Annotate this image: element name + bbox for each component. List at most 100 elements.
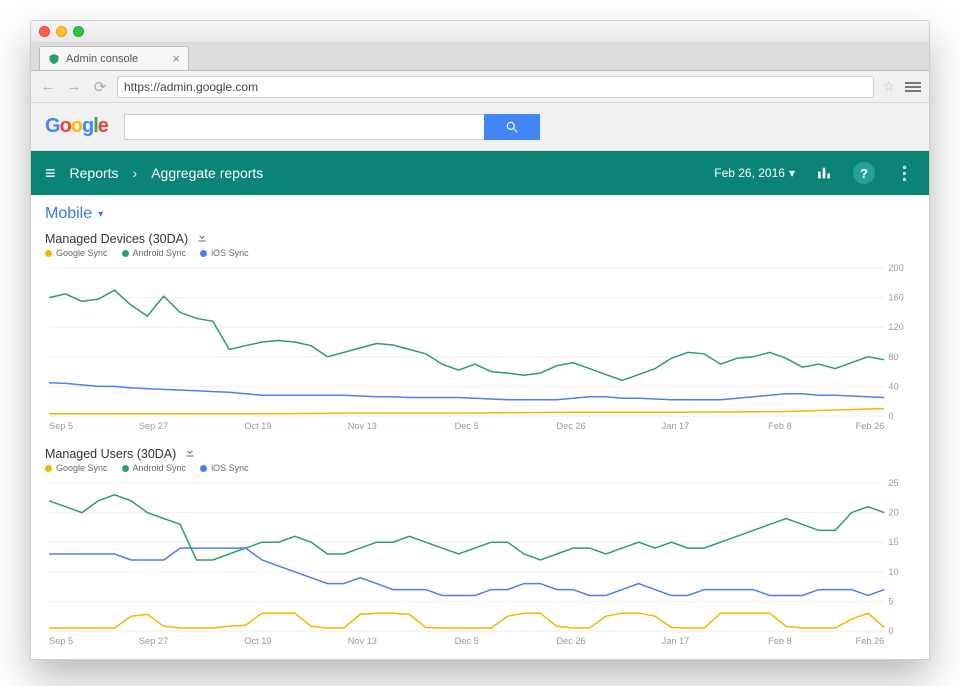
section-dropdown[interactable]: Mobile ▾ xyxy=(45,205,915,223)
legend-label: iOS Sync xyxy=(211,248,249,258)
x-tick-label: Dec 26 xyxy=(557,636,586,646)
bar-chart-icon[interactable] xyxy=(813,162,835,184)
section-title: Mobile xyxy=(45,205,92,223)
x-tick-label: Sep 27 xyxy=(139,421,168,431)
legend-swatch-icon xyxy=(200,250,207,257)
x-tick-label: Sep 5 xyxy=(49,636,73,646)
search-icon xyxy=(505,120,519,134)
legend-item[interactable]: Google Sync xyxy=(45,463,108,473)
nav-back-button[interactable]: ← xyxy=(39,78,57,96)
x-tick-label: Oct 19 xyxy=(244,421,271,431)
chart-series-line xyxy=(49,290,884,380)
legend-swatch-icon xyxy=(45,465,52,472)
y-tick-label: 200 xyxy=(888,263,903,273)
legend-swatch-icon xyxy=(122,250,129,257)
nav-forward-button[interactable]: → xyxy=(65,78,83,96)
x-tick-label: Dec 26 xyxy=(557,421,586,431)
legend-item[interactable]: Android Sync xyxy=(122,463,187,473)
tab-favicon-icon xyxy=(48,53,60,65)
window-close-dot[interactable] xyxy=(39,26,50,37)
legend-item[interactable]: Android Sync xyxy=(122,248,187,258)
x-tick-label: Jan 17 xyxy=(662,636,690,646)
legend-item[interactable]: Google Sync xyxy=(45,248,108,258)
x-tick-label: Dec 5 xyxy=(455,636,479,646)
google-search xyxy=(124,114,540,140)
content-area: Mobile ▾ Managed Devices (30DA) Google Sy… xyxy=(31,195,929,659)
hamburger-menu-icon[interactable]: ≡ xyxy=(45,163,56,184)
y-tick-label: 15 xyxy=(888,537,898,547)
browser-menu-icon[interactable] xyxy=(905,82,921,92)
x-tick-label: Nov 13 xyxy=(348,421,377,431)
app-header: ≡ Reports › Aggregate reports Feb 26, 20… xyxy=(31,151,929,195)
y-tick-label: 0 xyxy=(888,626,893,636)
chart-block: Managed Devices (30DA) Google Sync Android… xyxy=(45,231,915,432)
legend-swatch-icon xyxy=(45,250,52,257)
x-tick-label: Sep 27 xyxy=(139,636,168,646)
browser-urlbar: ← → ⟳ https://admin.google.com ☆ xyxy=(31,71,929,103)
x-tick-label: Dec 5 xyxy=(455,421,479,431)
download-icon[interactable] xyxy=(184,446,196,461)
date-picker[interactable]: Feb 26, 2016 ▾ xyxy=(714,166,795,180)
tab-close-icon[interactable]: × xyxy=(172,51,180,66)
legend-item[interactable]: iOS Sync xyxy=(200,463,249,473)
google-bar: Google xyxy=(31,103,929,151)
overflow-menu-icon[interactable] xyxy=(893,162,915,184)
chart-title: Managed Devices (30DA) xyxy=(45,232,188,246)
breadcrumb-current: Aggregate reports xyxy=(151,165,263,181)
y-tick-label: 0 xyxy=(888,411,893,421)
window-minimize-dot[interactable] xyxy=(56,26,67,37)
chart-series-line xyxy=(49,383,884,400)
chart-series-line xyxy=(49,409,884,414)
legend-label: Android Sync xyxy=(133,248,187,258)
legend-swatch-icon xyxy=(122,465,129,472)
google-logo[interactable]: Google xyxy=(45,115,108,138)
x-tick-label: Sep 5 xyxy=(49,421,73,431)
chart-block: Managed Users (30DA) Google Sync Android S… xyxy=(45,446,915,647)
browser-tabstrip: Admin console × xyxy=(31,43,929,71)
url-input[interactable]: https://admin.google.com xyxy=(117,76,874,98)
browser-tab[interactable]: Admin console × xyxy=(39,46,189,70)
y-tick-label: 160 xyxy=(888,293,903,303)
window-maximize-dot[interactable] xyxy=(73,26,84,37)
y-tick-label: 10 xyxy=(888,567,898,577)
url-text: https://admin.google.com xyxy=(124,80,258,94)
chart-legend: Google Sync Android Sync iOS Sync xyxy=(45,248,915,258)
chevron-down-icon: ▾ xyxy=(789,166,795,180)
x-tick-label: Feb 26 xyxy=(856,421,885,431)
chart-title-row: Managed Devices (30DA) xyxy=(45,231,915,246)
legend-label: Google Sync xyxy=(56,463,108,473)
chart-title: Managed Users (30DA) xyxy=(45,447,176,461)
x-tick-label: Jan 17 xyxy=(662,421,690,431)
y-tick-label: 25 xyxy=(888,478,898,488)
x-tick-label: Feb 26 xyxy=(856,636,885,646)
legend-swatch-icon xyxy=(200,465,207,472)
bookmark-star-icon[interactable]: ☆ xyxy=(882,78,895,95)
google-search-button[interactable] xyxy=(484,114,540,140)
chart-canvas: 0510152025Sep 5Sep 27Oct 19Nov 13Dec 5De… xyxy=(45,477,915,647)
nav-reload-button[interactable]: ⟳ xyxy=(91,78,109,96)
chart-title-row: Managed Users (30DA) xyxy=(45,446,915,461)
legend-item[interactable]: iOS Sync xyxy=(200,248,249,258)
y-tick-label: 40 xyxy=(888,381,898,391)
y-tick-label: 5 xyxy=(888,596,893,606)
x-tick-label: Feb 8 xyxy=(768,421,792,431)
help-icon[interactable]: ? xyxy=(853,162,875,184)
breadcrumb-root[interactable]: Reports xyxy=(70,165,119,181)
google-search-input[interactable] xyxy=(124,114,484,140)
y-tick-label: 20 xyxy=(888,508,898,518)
y-tick-label: 120 xyxy=(888,322,903,332)
mac-titlebar xyxy=(31,21,929,43)
chart-series-line xyxy=(49,495,884,560)
breadcrumb-separator-icon: › xyxy=(133,165,138,181)
legend-label: Android Sync xyxy=(133,463,187,473)
chart-series-line xyxy=(49,613,884,628)
legend-label: iOS Sync xyxy=(211,463,249,473)
x-tick-label: Feb 8 xyxy=(768,636,792,646)
tab-title: Admin console xyxy=(66,53,138,65)
chart-legend: Google Sync Android Sync iOS Sync xyxy=(45,463,915,473)
caret-down-icon: ▾ xyxy=(98,209,103,220)
download-icon[interactable] xyxy=(196,231,208,246)
legend-label: Google Sync xyxy=(56,248,108,258)
x-tick-label: Oct 19 xyxy=(244,636,271,646)
date-label: Feb 26, 2016 xyxy=(714,166,785,180)
